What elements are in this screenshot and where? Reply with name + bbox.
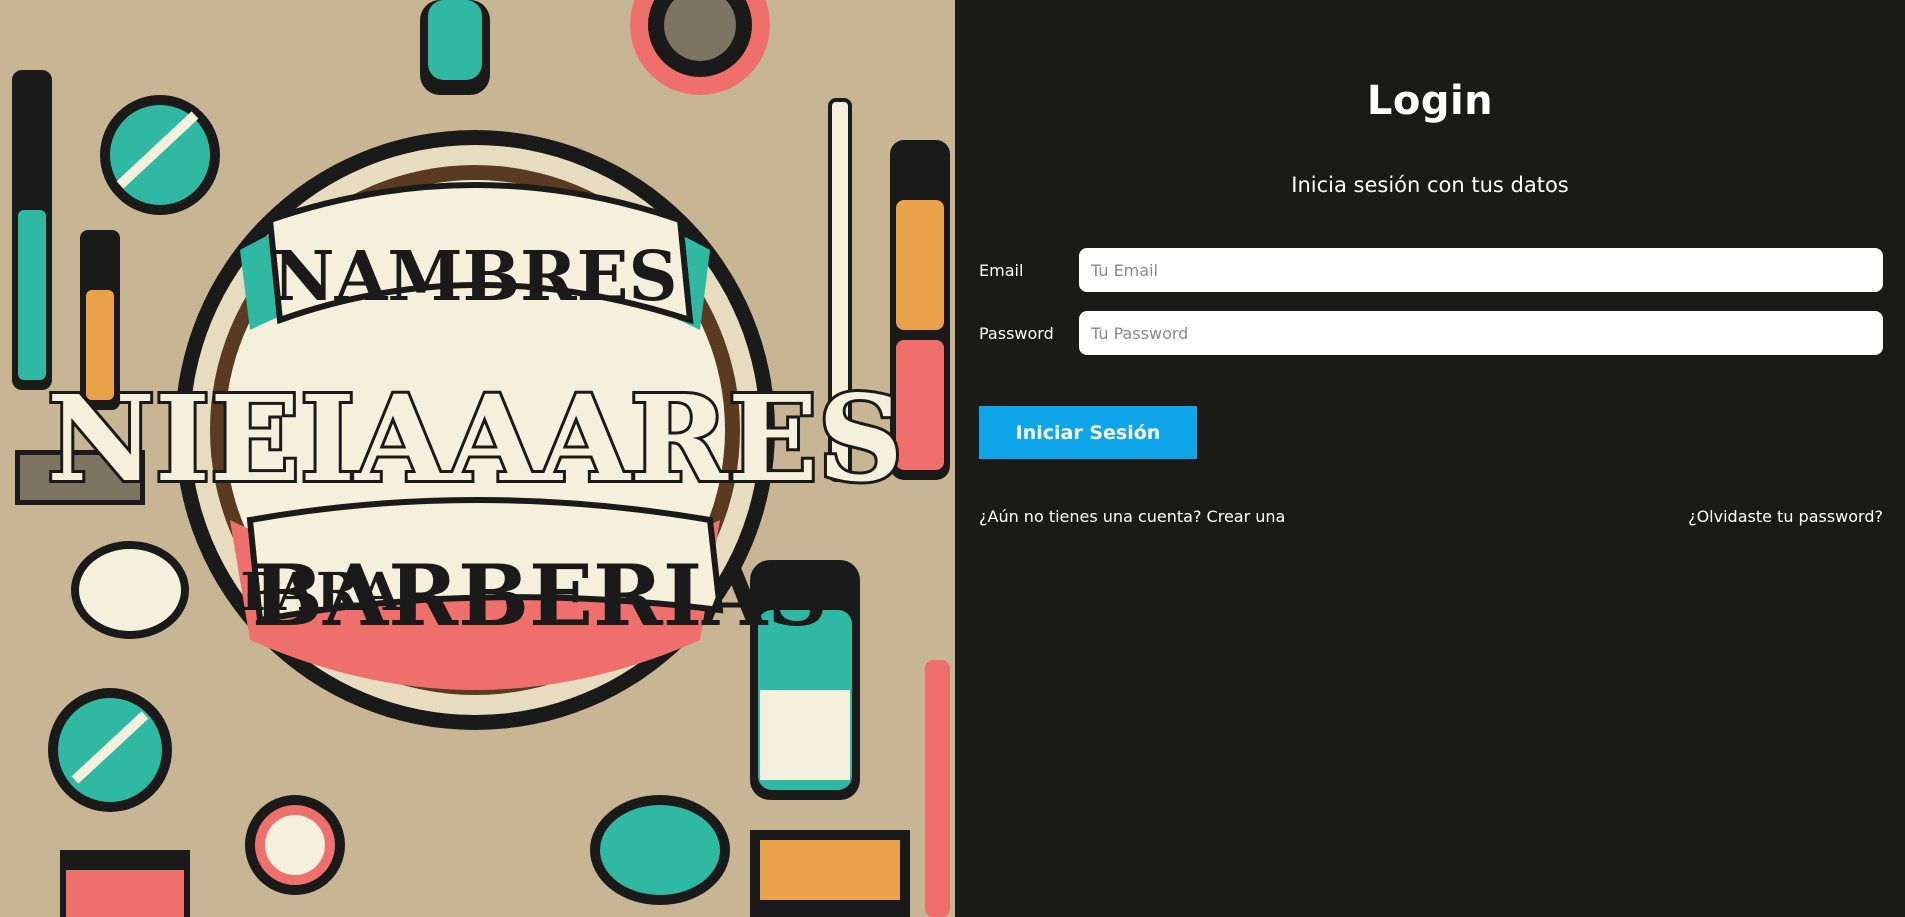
password-row: Password [979, 311, 1883, 355]
password-label: Password [979, 323, 1054, 343]
page-title: Login [1366, 78, 1494, 124]
artwork-banner-middle: NIEIAAARES [47, 369, 903, 508]
password-field[interactable] [1079, 311, 1883, 355]
login-page: NAMBRES NIEIAAARES PARA BARBERIAS Login … [0, 0, 1905, 917]
artwork-illustration: NAMBRES NIEIAAARES PARA BARBERIAS [0, 0, 955, 917]
page-subtitle: Inicia sesión con tus datos [1291, 173, 1569, 197]
barbershop-artwork: NAMBRES NIEIAAARES PARA BARBERIAS [0, 0, 955, 917]
create-account-link[interactable]: ¿Aún no tienes una cuenta? Crear una [979, 507, 1285, 526]
artwork-banner-barberias: BARBERIAS [252, 546, 828, 645]
email-field[interactable] [1079, 248, 1883, 292]
forgot-password-link[interactable]: ¿Olvidaste tu password? [1688, 507, 1883, 526]
artwork-banner-top: NAMBRES [272, 237, 677, 317]
email-label: Email [979, 260, 1024, 280]
login-button[interactable]: Iniciar Sesión [979, 406, 1197, 459]
login-panel: Login Inicia sesión con tus datos Email … [955, 0, 1905, 917]
auth-links: ¿Aún no tienes una cuenta? Crear una ¿Ol… [979, 507, 1883, 526]
email-row: Email [979, 248, 1883, 292]
